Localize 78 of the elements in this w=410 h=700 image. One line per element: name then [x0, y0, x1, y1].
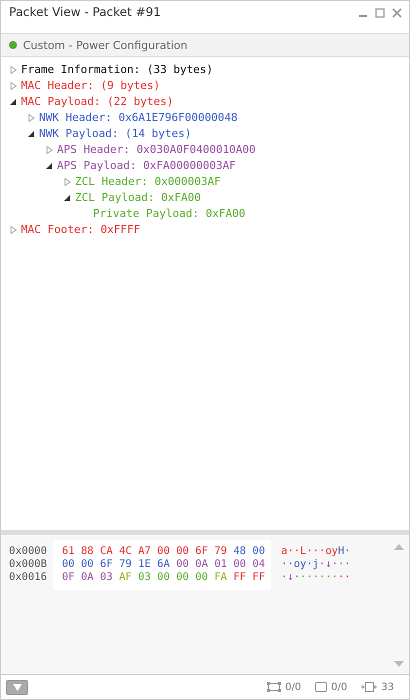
tree-item[interactable]: MAC Header: (9 bytes): [21, 78, 160, 94]
ascii-text: ··: [338, 571, 351, 583]
collapse-triangle-icon[interactable]: [45, 162, 53, 170]
close-icon[interactable]: [392, 8, 402, 18]
collapse-triangle-icon[interactable]: [63, 194, 71, 202]
hex-byte[interactable]: 6A: [157, 558, 170, 571]
hex-byte[interactable]: 00: [157, 571, 170, 584]
expand-triangle-icon[interactable]: [45, 146, 53, 154]
offset-label: 0x0000: [9, 545, 47, 558]
hex-byte[interactable]: 0A: [195, 558, 208, 571]
expand-triangle-icon[interactable]: [63, 178, 71, 186]
hex-byte[interactable]: 04: [252, 558, 266, 571]
hex-byte[interactable]: 00: [233, 558, 246, 571]
hex-byte[interactable]: 00: [195, 571, 208, 584]
hex-byte[interactable]: 88: [80, 545, 94, 558]
hex-byte[interactable]: 00: [80, 558, 94, 571]
caret-icon: [12, 684, 22, 690]
hex-byte[interactable]: 00: [62, 558, 75, 571]
hex-byte[interactable]: 0F: [62, 571, 75, 584]
expand-triangle-icon[interactable]: [9, 66, 17, 74]
tree-item[interactable]: ZCL Header: 0x000003AF: [75, 174, 221, 190]
hex-byte[interactable]: 00: [176, 545, 189, 558]
protocol-label: Custom - Power Configuration: [23, 38, 188, 52]
hex-byte[interactable]: 01: [214, 558, 227, 571]
hex-byte[interactable]: 00: [176, 558, 189, 571]
ascii-text: ·↓·: [281, 571, 300, 583]
ascii-text: a··L···oy: [281, 545, 338, 557]
tree-item[interactable]: Private Payload: 0xFA00: [93, 206, 246, 222]
ascii-text: ··oy·j: [281, 558, 319, 570]
offset-label: 0x0016: [9, 571, 47, 584]
tree-item[interactable]: ZCL Payload: 0xFA00: [75, 190, 201, 206]
hex-byte[interactable]: CA: [100, 545, 113, 558]
collapse-triangle-icon[interactable]: [27, 130, 35, 138]
hex-byte[interactable]: AF: [119, 571, 132, 584]
ascii-text: H·: [338, 545, 351, 557]
tree-item[interactable]: APS Payload: 0xFA00000003AF: [57, 158, 236, 174]
hex-byte[interactable]: 61: [62, 545, 75, 558]
hex-byte[interactable]: 6F: [100, 558, 113, 571]
scroll-up-icon[interactable]: [394, 543, 404, 550]
ascii-text: ·↓···: [319, 558, 351, 570]
tree-item[interactable]: APS Header: 0x030A0F0400010A00: [57, 142, 256, 158]
status-count: 0/0: [331, 682, 348, 692]
status-count: 0/0: [285, 682, 302, 692]
tree-item[interactable]: NWK Payload: (14 bytes): [39, 126, 192, 142]
hex-byte[interactable]: 4C: [119, 545, 132, 558]
hex-byte[interactable]: 1E: [138, 558, 151, 571]
ascii-text: ······: [300, 571, 338, 583]
hex-byte[interactable]: 6F: [195, 545, 208, 558]
hex-byte[interactable]: FA: [214, 571, 227, 584]
hex-byte[interactable]: FF: [233, 571, 246, 584]
hex-byte[interactable]: 0A: [80, 571, 94, 584]
status-count: 33: [381, 682, 394, 692]
selection-icon: [267, 682, 282, 692]
collapse-triangle-icon[interactable]: [9, 98, 17, 106]
hex-byte[interactable]: 00: [252, 545, 266, 558]
expand-triangle-icon[interactable]: [9, 82, 17, 90]
hex-byte[interactable]: FF: [252, 571, 266, 584]
scroll-down-icon[interactable]: [394, 661, 404, 668]
tree-item[interactable]: Frame Information: (33 bytes): [21, 62, 214, 78]
hex-byte[interactable]: 79: [119, 558, 132, 571]
tree-item[interactable]: MAC Payload: (22 bytes): [21, 94, 174, 110]
frame-icon: [315, 682, 328, 692]
expand-triangle-icon[interactable]: [9, 226, 17, 234]
hex-byte[interactable]: 00: [176, 571, 189, 584]
length-icon: [361, 682, 378, 692]
hex-byte[interactable]: 00: [157, 545, 170, 558]
dropdown-button[interactable]: [6, 680, 28, 694]
offset-label: 0x000B: [9, 558, 47, 571]
hex-byte[interactable]: 03: [138, 571, 151, 584]
hex-byte[interactable]: A7: [138, 545, 151, 558]
tree-item[interactable]: MAC Footer: 0xFFFF: [21, 222, 140, 238]
expand-triangle-icon[interactable]: [27, 114, 35, 122]
hex-byte[interactable]: 79: [214, 545, 227, 558]
hex-byte[interactable]: 48: [233, 545, 246, 558]
hex-byte[interactable]: 03: [100, 571, 113, 584]
maximize-icon[interactable]: [375, 8, 385, 18]
tree-item[interactable]: NWK Header: 0x6A1E796F00000048: [39, 110, 238, 126]
window-title: Packet View - Packet #91: [9, 5, 161, 19]
